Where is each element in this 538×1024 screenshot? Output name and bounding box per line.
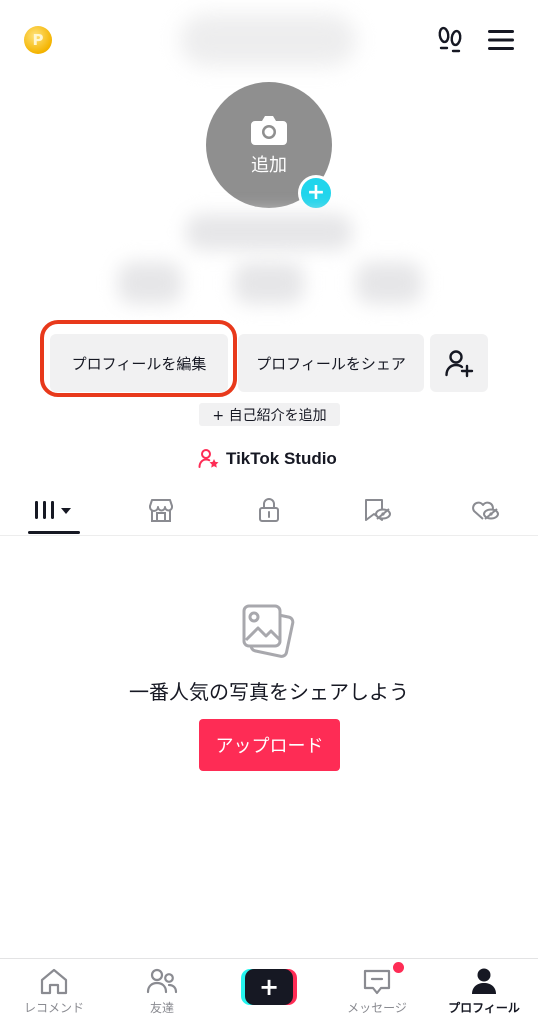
share-profile-button[interactable]: プロフィールをシェア [238,334,424,392]
coin-symbol: P [32,31,44,49]
profile-icon [472,968,496,994]
footprint-icon[interactable] [434,24,466,56]
inbox-icon [363,969,391,995]
nav-inbox[interactable]: メッセージ [323,959,431,1024]
add-bio-label: + 自己紹介を追加 [212,407,327,424]
share-profile-label: プロフィールをシェア [256,354,406,373]
nav-create[interactable]: + [215,959,323,1024]
username-blurred [180,14,356,66]
studio-label: TikTok Studio [226,449,337,468]
nav-profile-label: プロフィール [448,1001,520,1015]
studio-person-star-icon [198,449,219,468]
saved-hidden-icon [365,499,391,521]
likes-count-blurred [356,262,422,304]
camera-icon [251,116,287,145]
tab-divider [0,535,538,536]
upload-label: アップロード [215,736,324,757]
tab-shop[interactable] [133,492,189,528]
photos-icon [242,604,295,658]
tab-liked[interactable] [457,492,513,528]
tab-videos[interactable] [26,492,82,528]
avatar-add-button[interactable]: + [298,175,334,211]
nav-friends[interactable]: 友達 [108,959,216,1024]
nav-friends-label: 友達 [149,1001,174,1015]
avatar-add-plus: + [306,180,326,205]
edit-profile-highlight [40,320,237,397]
nav-home[interactable]: レコメンド [0,959,108,1024]
tab-private[interactable] [241,492,297,528]
plus-icon: + [245,969,293,1005]
add-user-icon [445,350,474,378]
empty-state-message: 一番人気の写真をシェアしよう [129,680,409,704]
shop-icon [149,499,173,522]
nav-home-label: レコメンド [23,1001,84,1015]
nickname-blurred [186,214,352,250]
active-tab-indicator [28,531,80,534]
nav-profile[interactable]: プロフィール [430,959,538,1024]
add-friend-button[interactable] [430,334,488,392]
liked-hidden-icon [472,501,499,520]
coin-icon[interactable]: P [24,26,52,54]
bottom-nav: レコメンド 友達 + メッセージ プロフィール [0,958,538,1024]
avatar-add-label: 追加 [251,155,287,176]
upload-button[interactable]: アップロード [199,719,340,771]
create-button[interactable]: + [241,969,297,1005]
grid-icon [35,501,71,519]
add-bio-button[interactable]: + 自己紹介を追加 [199,403,340,426]
following-count-blurred [118,262,182,304]
inbox-notification-dot [393,962,404,973]
menu-icon[interactable] [486,26,516,54]
tab-saved[interactable] [349,492,405,528]
nav-inbox-label: メッセージ [347,1001,407,1015]
followers-count-blurred [234,262,304,304]
home-icon [40,968,68,995]
lock-icon [259,498,279,522]
friends-icon [146,968,178,994]
tiktok-studio-link[interactable]: TikTok Studio [198,446,337,472]
